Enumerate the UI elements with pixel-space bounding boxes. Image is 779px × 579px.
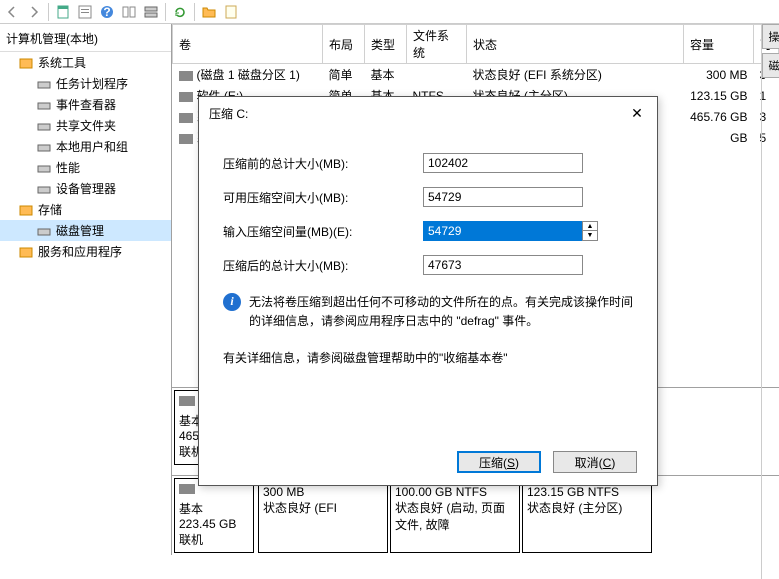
tree-item[interactable]: 设备管理器 [0, 178, 171, 199]
tree-item[interactable]: 本地用户和组 [0, 136, 171, 157]
tree-item[interactable]: 任务计划程序 [0, 73, 171, 94]
spinner-down-icon[interactable]: ▼ [583, 231, 597, 240]
tree-item[interactable]: 事件查看器 [0, 94, 171, 115]
field-label: 压缩后的总计大小(MB): [223, 257, 423, 274]
svg-text:?: ? [103, 5, 110, 19]
col-layout[interactable]: 布局 [323, 25, 365, 64]
folder-icon[interactable] [199, 2, 219, 22]
disk-label[interactable]: 基本223.45 GB联机 [174, 478, 254, 553]
sheet-icon[interactable] [53, 2, 73, 22]
tree-item[interactable]: 共享文件夹 [0, 115, 171, 136]
field-label: 可用压缩空间大小(MB): [223, 189, 423, 206]
tree-section[interactable]: 系统工具 [0, 52, 171, 73]
readonly-value: 54729 [423, 187, 583, 207]
readonly-value: 47673 [423, 255, 583, 275]
help-icon[interactable]: ? [97, 2, 117, 22]
tree-root[interactable]: 计算机管理(本地) [0, 26, 171, 52]
field-label: 压缩前的总计大小(MB): [223, 155, 423, 172]
readonly-value: 102402 [423, 153, 583, 173]
spinner-up-icon[interactable]: ▲ [583, 222, 597, 231]
disk-icon[interactable] [141, 2, 161, 22]
cancel-button[interactable]: 取消(C) [553, 451, 637, 473]
props-icon[interactable] [75, 2, 95, 22]
nav-tree: 计算机管理(本地) 系统工具任务计划程序事件查看器共享文件夹本地用户和组性能设备… [0, 24, 172, 555]
side-tab-disk[interactable]: 磁 [762, 53, 779, 78]
forward-icon[interactable] [24, 2, 44, 22]
back-icon[interactable] [2, 2, 22, 22]
tree-section[interactable]: 服务和应用程序 [0, 241, 171, 262]
columns-icon[interactable] [119, 2, 139, 22]
table-row[interactable]: (磁盘 1 磁盘分区 1)简单基本状态良好 (EFI 系统分区)300 MB3 [173, 64, 779, 86]
shrink-button[interactable]: 压缩(S) [457, 451, 541, 473]
dialog-title: 压缩 C: [209, 105, 627, 122]
dialog-info-text: 无法将卷压缩到超出任何不可移动的文件所在的点。有关完成该操作时间的详细信息，请参… [249, 293, 633, 331]
toolbar: ? [0, 0, 779, 24]
col-status[interactable]: 状态 [467, 25, 684, 64]
tree-item[interactable]: 性能 [0, 157, 171, 178]
col-type[interactable]: 类型 [365, 25, 407, 64]
partition-box[interactable]: 100.00 GB NTFS状态良好 (启动, 页面文件, 故障 [390, 478, 520, 553]
col-capacity[interactable]: 容量 [683, 25, 753, 64]
shrink-dialog: 压缩 C: ✕ 压缩前的总计大小(MB):102402可用压缩空间大小(MB):… [198, 96, 658, 486]
side-tab-ops[interactable]: 操 [762, 24, 779, 49]
tree-item[interactable]: 磁盘管理 [0, 220, 171, 241]
field-label: 输入压缩空间量(MB)(E): [223, 223, 423, 240]
col-volume[interactable]: 卷 [173, 25, 323, 64]
col-fs[interactable]: 文件系统 [407, 25, 467, 64]
side-strip: 操 磁 [761, 24, 779, 579]
info-icon: i [223, 293, 241, 311]
shrink-amount-input[interactable]: 54729 [423, 221, 583, 241]
refresh-icon[interactable] [170, 2, 190, 22]
close-icon[interactable]: ✕ [627, 103, 647, 123]
dialog-help-text: 有关详细信息，请参阅磁盘管理帮助中的"收缩基本卷" [223, 349, 633, 366]
tree-section[interactable]: 存储 [0, 199, 171, 220]
script-icon[interactable] [221, 2, 241, 22]
partition-box[interactable]: 300 MB状态良好 (EFI [258, 478, 388, 553]
partition-box[interactable]: 123.15 GB NTFS状态良好 (主分区) [522, 478, 652, 553]
